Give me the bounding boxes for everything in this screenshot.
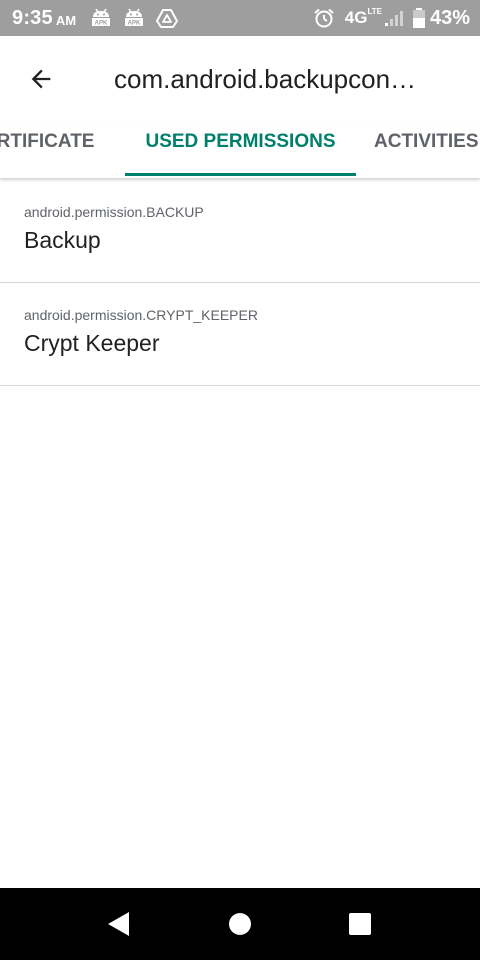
permission-name: android.permission.CRYPT_KEEPER: [24, 307, 258, 323]
tab-certificate[interactable]: ERTIFICATE: [0, 122, 94, 178]
permission-name: android.permission.BACKUP: [24, 204, 204, 220]
apk-label: APK: [128, 21, 141, 27]
home-circle-icon: [229, 913, 251, 935]
recents-square-icon: [349, 913, 371, 935]
list-item[interactable]: android.permission.CRYPT_KEEPER Crypt Ke…: [0, 283, 480, 386]
status-time: 9:35: [12, 6, 53, 29]
page-title: com.android.backupcon…: [114, 63, 417, 94]
alarm-icon: [313, 7, 335, 29]
tab-activities[interactable]: ACTIVITIES: [374, 122, 479, 178]
tab-bar: ERTIFICATE USED PERMISSIONS ACTIVITIES: [0, 122, 480, 178]
network-type: 4G: [344, 8, 368, 27]
screen: 9:35 AM APK APK 4G LTE 43% com.android.b…: [0, 0, 480, 960]
nav-back-button[interactable]: [104, 909, 134, 939]
battery-icon: [412, 7, 426, 29]
permission-label: Crypt Keeper: [24, 330, 160, 356]
status-bar: 9:35 AM APK APK 4G LTE 43%: [0, 0, 480, 36]
nav-recents-button[interactable]: [345, 909, 375, 939]
navigation-bar: [0, 888, 480, 960]
battery-percent: 43%: [429, 6, 470, 29]
signal-icon: [384, 9, 406, 27]
nav-home-button[interactable]: [225, 909, 255, 939]
tab-used-permissions[interactable]: USED PERMISSIONS: [125, 122, 356, 178]
apk-icon: APK: [90, 7, 112, 29]
app-bar: com.android.backupcon…: [0, 36, 480, 122]
status-left: 9:35 AM APK APK: [12, 7, 189, 30]
apk-icon: APK: [123, 7, 145, 29]
arrow-back-icon: [31, 69, 51, 89]
status-ampm: AM: [55, 12, 77, 28]
status-right: 4G LTE 43%: [313, 7, 470, 30]
list-item[interactable]: android.permission.BACKUP Backup: [0, 180, 480, 283]
network-sup: LTE: [367, 6, 382, 16]
permission-label: Backup: [24, 227, 101, 253]
apk-label: APK: [95, 21, 108, 27]
back-button[interactable]: [21, 59, 61, 99]
permissions-list: android.permission.BACKUP Backup android…: [0, 180, 480, 386]
tab-indicator: [125, 173, 356, 176]
drive-icon: [156, 7, 179, 29]
back-triangle-icon: [108, 912, 129, 936]
